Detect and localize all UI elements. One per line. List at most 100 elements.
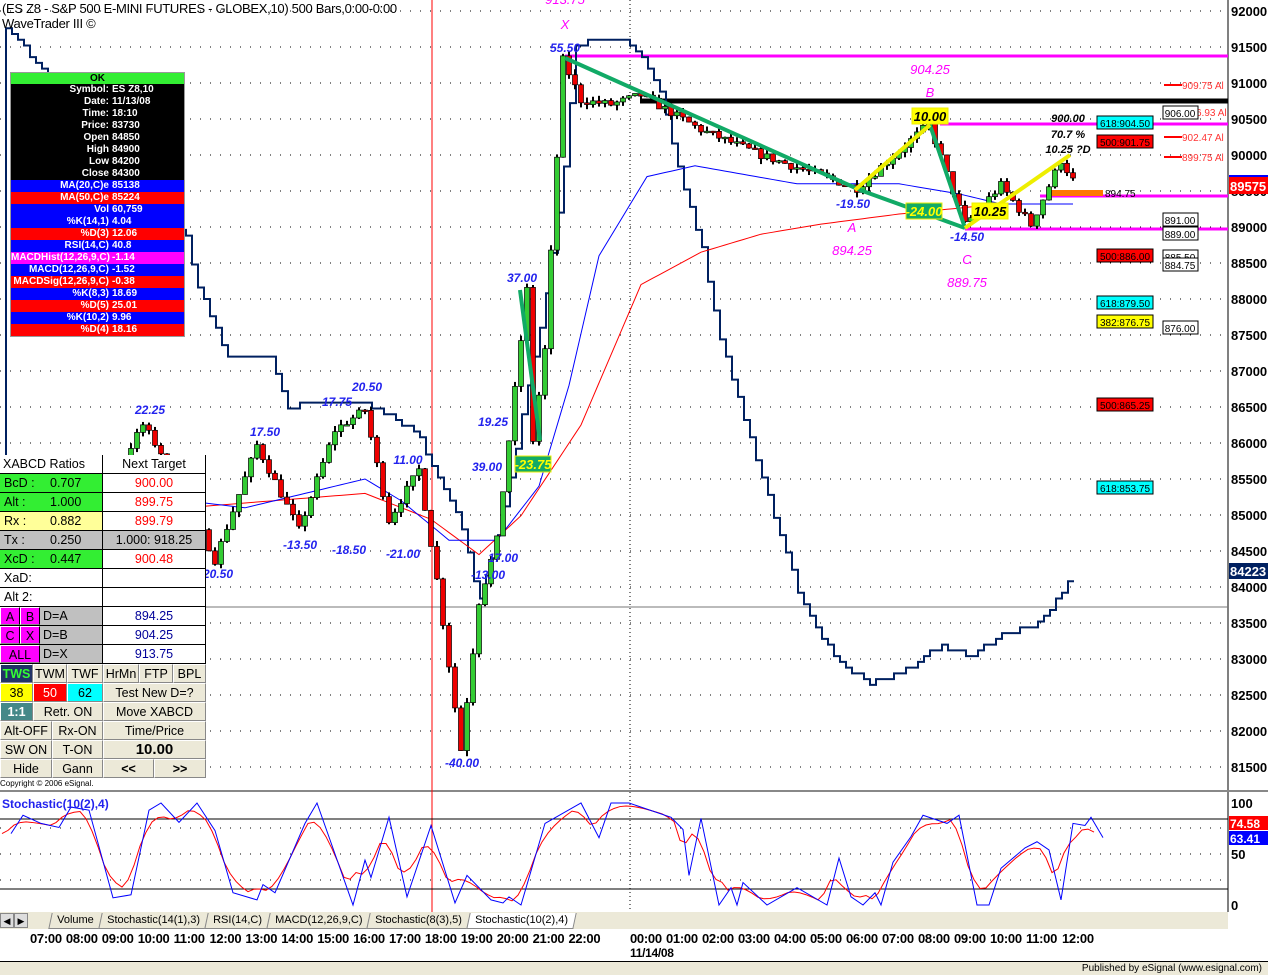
data-window-key: %K(14,1) bbox=[66, 216, 109, 227]
candle-body bbox=[272, 472, 278, 481]
ratio-row: Tx : 0.250 1.000: 918.25 bbox=[0, 531, 206, 550]
rx-on-button[interactable]: Rx-ON bbox=[52, 721, 103, 740]
date-label: 11/14/08 bbox=[630, 946, 674, 960]
data-window-row: Low 84200 bbox=[11, 156, 184, 168]
tws-button[interactable]: TWS bbox=[0, 664, 33, 683]
stochastic-axis-label: 100 bbox=[1231, 796, 1253, 811]
time-tick: 04:00 bbox=[774, 931, 806, 946]
time-price-button[interactable]: Time/Price bbox=[103, 721, 206, 740]
candle-body bbox=[386, 496, 392, 523]
candle-body bbox=[578, 84, 584, 104]
data-window-key: MACD(12,26,9,C) bbox=[28, 264, 109, 275]
data-window-value: 84900 bbox=[112, 144, 140, 155]
candle-body bbox=[800, 167, 806, 170]
point-C-button[interactable]: C bbox=[0, 626, 20, 644]
point-B-button[interactable]: B bbox=[20, 607, 40, 625]
alt-off-button[interactable]: Alt-OFF bbox=[0, 721, 52, 740]
time-tick: 12:00 bbox=[1062, 931, 1094, 946]
hrmn-button[interactable]: HrMn bbox=[103, 664, 139, 683]
tab-indicator[interactable]: RSI(14,C) bbox=[203, 912, 271, 929]
fib-62-button[interactable]: 62 bbox=[67, 683, 103, 702]
data-window-value: 9.96 bbox=[112, 312, 132, 323]
point-X-button[interactable]: X bbox=[20, 626, 40, 644]
step-value-field[interactable]: 10.00 bbox=[103, 740, 206, 759]
t-on-button[interactable]: T-ON bbox=[52, 740, 103, 759]
price-axis-label: 88500 bbox=[1231, 256, 1267, 271]
one-to-one-button[interactable]: 1:1 bbox=[0, 702, 33, 721]
candle-body bbox=[710, 130, 716, 134]
ratio-row: Alt 2: bbox=[0, 588, 206, 607]
candle-body bbox=[518, 340, 524, 387]
candle-body bbox=[158, 445, 164, 455]
data-window-row: MACDHist(12,26,9,C) -1.14 bbox=[11, 252, 184, 264]
swing-box-label: -23.75 bbox=[515, 457, 553, 472]
ratio-row: XcD : 0.447 900.48 bbox=[0, 550, 206, 569]
candle-body bbox=[542, 348, 548, 396]
candle-body bbox=[788, 163, 794, 170]
candle-body bbox=[248, 457, 254, 478]
ok-button[interactable]: OK bbox=[11, 73, 184, 84]
data-window-key: %D(4) bbox=[80, 324, 109, 335]
tab-indicator[interactable]: Stochastic(14(1),3) bbox=[98, 912, 209, 929]
ratio-row: XaD: bbox=[0, 569, 206, 588]
swing-label: 19.25 bbox=[478, 415, 508, 429]
tab-indicator[interactable]: Volume bbox=[48, 912, 103, 929]
tab-scroll-right-icon[interactable]: ▶ bbox=[14, 913, 28, 928]
candle-body bbox=[782, 160, 788, 164]
ftp-button[interactable]: FTP bbox=[139, 664, 173, 683]
fib-50-button[interactable]: 50 bbox=[33, 683, 67, 702]
swing-label: 11.00 bbox=[393, 453, 422, 467]
test-new-d-button[interactable]: Test New D=? bbox=[103, 683, 206, 702]
point-all-button[interactable]: ALL bbox=[0, 645, 40, 663]
data-window-value: -1.14 bbox=[112, 252, 135, 263]
data-window-row: %D(4) 18.16 bbox=[11, 324, 184, 336]
bpl-button[interactable]: BPL bbox=[173, 664, 206, 683]
tab-indicator[interactable]: Stochastic(10(2),4) bbox=[466, 912, 577, 929]
candle-body bbox=[692, 121, 698, 126]
price-axis-label: 90000 bbox=[1231, 148, 1267, 163]
candle-body bbox=[1016, 200, 1022, 213]
data-window-row: Open 84850 bbox=[11, 132, 184, 144]
candle-body bbox=[464, 702, 470, 751]
stochastic-d-line bbox=[1, 805, 1095, 902]
data-window-key: Date: bbox=[83, 96, 109, 107]
overlay-value-label: 84223 bbox=[1230, 564, 1266, 579]
candle-body bbox=[470, 653, 476, 703]
point-A-button[interactable]: A bbox=[0, 607, 20, 625]
candle-body bbox=[302, 515, 308, 527]
candle-body bbox=[212, 550, 218, 565]
stochastic-d-value: 74.58 bbox=[1230, 817, 1260, 831]
candle-body bbox=[770, 153, 776, 163]
time-tick: 09:00 bbox=[954, 931, 986, 946]
tab-indicator[interactable]: MACD(12,26,9,C) bbox=[265, 912, 371, 929]
tab-label: Stochastic(14(1),3) bbox=[106, 913, 200, 926]
move-xabcd-button[interactable]: Move XABCD bbox=[103, 702, 206, 721]
data-window-row: %K(14,1) 4.04 bbox=[11, 216, 184, 228]
sw-on-button[interactable]: SW ON bbox=[0, 740, 52, 759]
candle-body bbox=[134, 432, 140, 449]
tab-label: Stochastic(10(2),4) bbox=[474, 913, 568, 926]
stochastic-axis-label: 50 bbox=[1231, 847, 1245, 862]
candle-body bbox=[320, 462, 326, 478]
tab-scroll-left-icon[interactable]: ◀ bbox=[0, 913, 14, 928]
candle-body bbox=[338, 424, 344, 433]
tab-label: Stochastic(8(3),5) bbox=[375, 913, 462, 926]
twm-button[interactable]: TWM bbox=[33, 664, 67, 683]
gann-button[interactable]: Gann bbox=[52, 759, 103, 778]
fib-level-label: 500:865.25 bbox=[1100, 401, 1150, 412]
next-button[interactable]: >> bbox=[154, 759, 206, 778]
previous-button[interactable]: << bbox=[103, 759, 154, 778]
data-window-row: %D(5) 25.01 bbox=[11, 300, 184, 312]
candle-body bbox=[152, 429, 158, 446]
hide-button[interactable]: Hide bbox=[0, 759, 52, 778]
swing-label: 20.50 bbox=[202, 567, 233, 581]
retr-on-button[interactable]: Retr. ON bbox=[33, 702, 103, 721]
ratio-value: 0.882 bbox=[50, 514, 82, 528]
price-axis-label: 86500 bbox=[1231, 400, 1267, 415]
candle-body bbox=[620, 97, 626, 103]
twf-button[interactable]: TWF bbox=[67, 664, 103, 683]
candle-body bbox=[560, 55, 566, 158]
candle-body bbox=[260, 444, 266, 461]
fib-38-button[interactable]: 38 bbox=[0, 683, 33, 702]
tab-indicator[interactable]: Stochastic(8(3),5) bbox=[366, 912, 471, 929]
